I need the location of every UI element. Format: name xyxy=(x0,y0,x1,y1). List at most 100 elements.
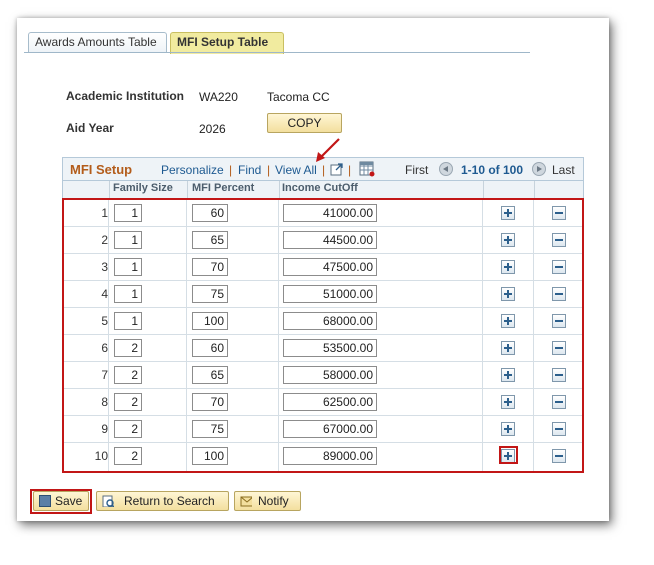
delete-row-icon[interactable] xyxy=(552,395,566,409)
delete-row-icon[interactable] xyxy=(552,233,566,247)
table-row: 8 2 70 62500.00 xyxy=(64,389,582,416)
mfi-percent-input[interactable]: 70 xyxy=(192,393,228,411)
aid-year-value: 2026 xyxy=(199,122,226,136)
mfi-percent-input[interactable]: 100 xyxy=(192,312,228,330)
grid-title: MFI Setup xyxy=(70,162,133,177)
family-size-input[interactable]: 1 xyxy=(114,258,142,276)
income-cutoff-input[interactable]: 44500.00 xyxy=(283,231,377,249)
previous-page-icon[interactable] xyxy=(439,162,453,176)
grid-rows: 1 1 60 41000.00 2 1 65 44500.00 3 1 70 47500.00 4 1 75… xyxy=(62,198,584,473)
add-row-icon[interactable] xyxy=(501,314,515,328)
return-to-search-button[interactable]: Return to Search xyxy=(96,491,229,511)
table-row: 7 2 65 58000.00 xyxy=(64,362,582,389)
row-number: 3 xyxy=(101,260,108,274)
add-row-icon[interactable] xyxy=(501,341,515,355)
delete-row-icon[interactable] xyxy=(552,341,566,355)
save-icon xyxy=(39,495,51,507)
add-row-icon[interactable] xyxy=(501,368,515,382)
family-size-input[interactable]: 2 xyxy=(114,339,142,357)
next-page-icon[interactable] xyxy=(532,162,546,176)
mfi-percent-input[interactable]: 75 xyxy=(192,285,228,303)
family-size-input[interactable]: 2 xyxy=(114,420,142,438)
table-row: 3 1 70 47500.00 xyxy=(64,254,582,281)
table-row: 2 1 65 44500.00 xyxy=(64,227,582,254)
column-header-income-cutoff: Income CutOff xyxy=(282,182,358,194)
income-cutoff-input[interactable]: 51000.00 xyxy=(283,285,377,303)
aid-year-label: Aid Year xyxy=(66,121,114,135)
separator: | xyxy=(267,163,271,177)
add-row-icon[interactable] xyxy=(501,287,515,301)
mfi-percent-input[interactable]: 65 xyxy=(192,231,228,249)
table-row: 1 1 60 41000.00 xyxy=(64,200,582,227)
add-row-icon[interactable] xyxy=(501,260,515,274)
return-search-icon xyxy=(102,495,114,507)
row-number: 4 xyxy=(101,287,108,301)
row-number: 6 xyxy=(101,341,108,355)
row-number: 9 xyxy=(101,422,108,436)
mfi-percent-input[interactable]: 65 xyxy=(192,366,228,384)
row-number: 10 xyxy=(94,449,108,463)
last-link[interactable]: Last xyxy=(552,163,575,177)
row-number: 8 xyxy=(101,395,108,409)
first-link[interactable]: First xyxy=(405,163,428,177)
delete-row-icon[interactable] xyxy=(552,422,566,436)
copy-button[interactable]: COPY xyxy=(267,113,342,133)
tab-mfi-setup-table[interactable]: MFI Setup Table xyxy=(170,32,284,54)
tab-awards-amounts-table[interactable]: Awards Amounts Table xyxy=(28,32,167,52)
row-number: 1 xyxy=(101,206,108,220)
column-header-row: Family Size MFI Percent Income CutOff xyxy=(62,181,584,198)
table-row: 4 1 75 51000.00 xyxy=(64,281,582,308)
notify-button[interactable]: Notify xyxy=(234,491,301,511)
delete-row-icon[interactable] xyxy=(552,368,566,382)
row-number: 7 xyxy=(101,368,108,382)
family-size-input[interactable]: 1 xyxy=(114,285,142,303)
find-link[interactable]: Find xyxy=(238,163,261,177)
income-cutoff-input[interactable]: 53500.00 xyxy=(283,339,377,357)
mfi-percent-input[interactable]: 70 xyxy=(192,258,228,276)
income-cutoff-input[interactable]: 67000.00 xyxy=(283,420,377,438)
delete-row-icon[interactable] xyxy=(552,287,566,301)
notify-icon xyxy=(240,496,252,507)
personalize-link[interactable]: Personalize xyxy=(161,163,224,177)
table-row: 5 1 100 68000.00 xyxy=(64,308,582,335)
column-header-family-size: Family Size xyxy=(113,182,173,194)
mfi-percent-input[interactable]: 60 xyxy=(192,339,228,357)
delete-row-icon[interactable] xyxy=(552,206,566,220)
income-cutoff-input[interactable]: 62500.00 xyxy=(283,393,377,411)
mfi-percent-input[interactable]: 100 xyxy=(192,447,228,465)
family-size-input[interactable]: 2 xyxy=(114,366,142,384)
add-row-icon[interactable] xyxy=(501,422,515,436)
income-cutoff-input[interactable]: 89000.00 xyxy=(283,447,377,465)
mfi-setup-grid: MFI Setup Personalize | Find | View All … xyxy=(62,157,585,473)
delete-row-icon[interactable] xyxy=(552,260,566,274)
table-row: 6 2 60 53500.00 xyxy=(64,335,582,362)
income-cutoff-input[interactable]: 58000.00 xyxy=(283,366,377,384)
delete-row-icon[interactable] xyxy=(552,314,566,328)
table-row: 9 2 75 67000.00 xyxy=(64,416,582,443)
add-row-icon[interactable] xyxy=(501,395,515,409)
delete-row-icon[interactable] xyxy=(552,449,566,463)
institution-label: Academic Institution xyxy=(66,89,185,103)
institution-code: WA220 xyxy=(199,90,238,104)
income-cutoff-input[interactable]: 47500.00 xyxy=(283,258,377,276)
family-size-input[interactable]: 1 xyxy=(114,204,142,222)
family-size-input[interactable]: 1 xyxy=(114,231,142,249)
mfi-percent-input[interactable]: 75 xyxy=(192,420,228,438)
highlight-box-add-row xyxy=(499,446,518,464)
income-cutoff-input[interactable]: 68000.00 xyxy=(283,312,377,330)
mfi-percent-input[interactable]: 60 xyxy=(192,204,228,222)
separator: | xyxy=(348,163,352,177)
row-number: 5 xyxy=(101,314,108,328)
add-row-icon[interactable] xyxy=(501,233,515,247)
arrow-annotation-icon xyxy=(316,138,340,162)
institution-name: Tacoma CC xyxy=(267,90,330,104)
income-cutoff-input[interactable]: 41000.00 xyxy=(283,204,377,222)
family-size-input[interactable]: 2 xyxy=(114,393,142,411)
column-header-mfi-percent: MFI Percent xyxy=(192,182,255,194)
tab-divider xyxy=(24,52,530,53)
download-spreadsheet-icon[interactable] xyxy=(359,161,375,177)
save-button[interactable]: Save xyxy=(33,491,89,511)
family-size-input[interactable]: 1 xyxy=(114,312,142,330)
add-row-icon[interactable] xyxy=(501,206,515,220)
family-size-input[interactable]: 2 xyxy=(114,447,142,465)
